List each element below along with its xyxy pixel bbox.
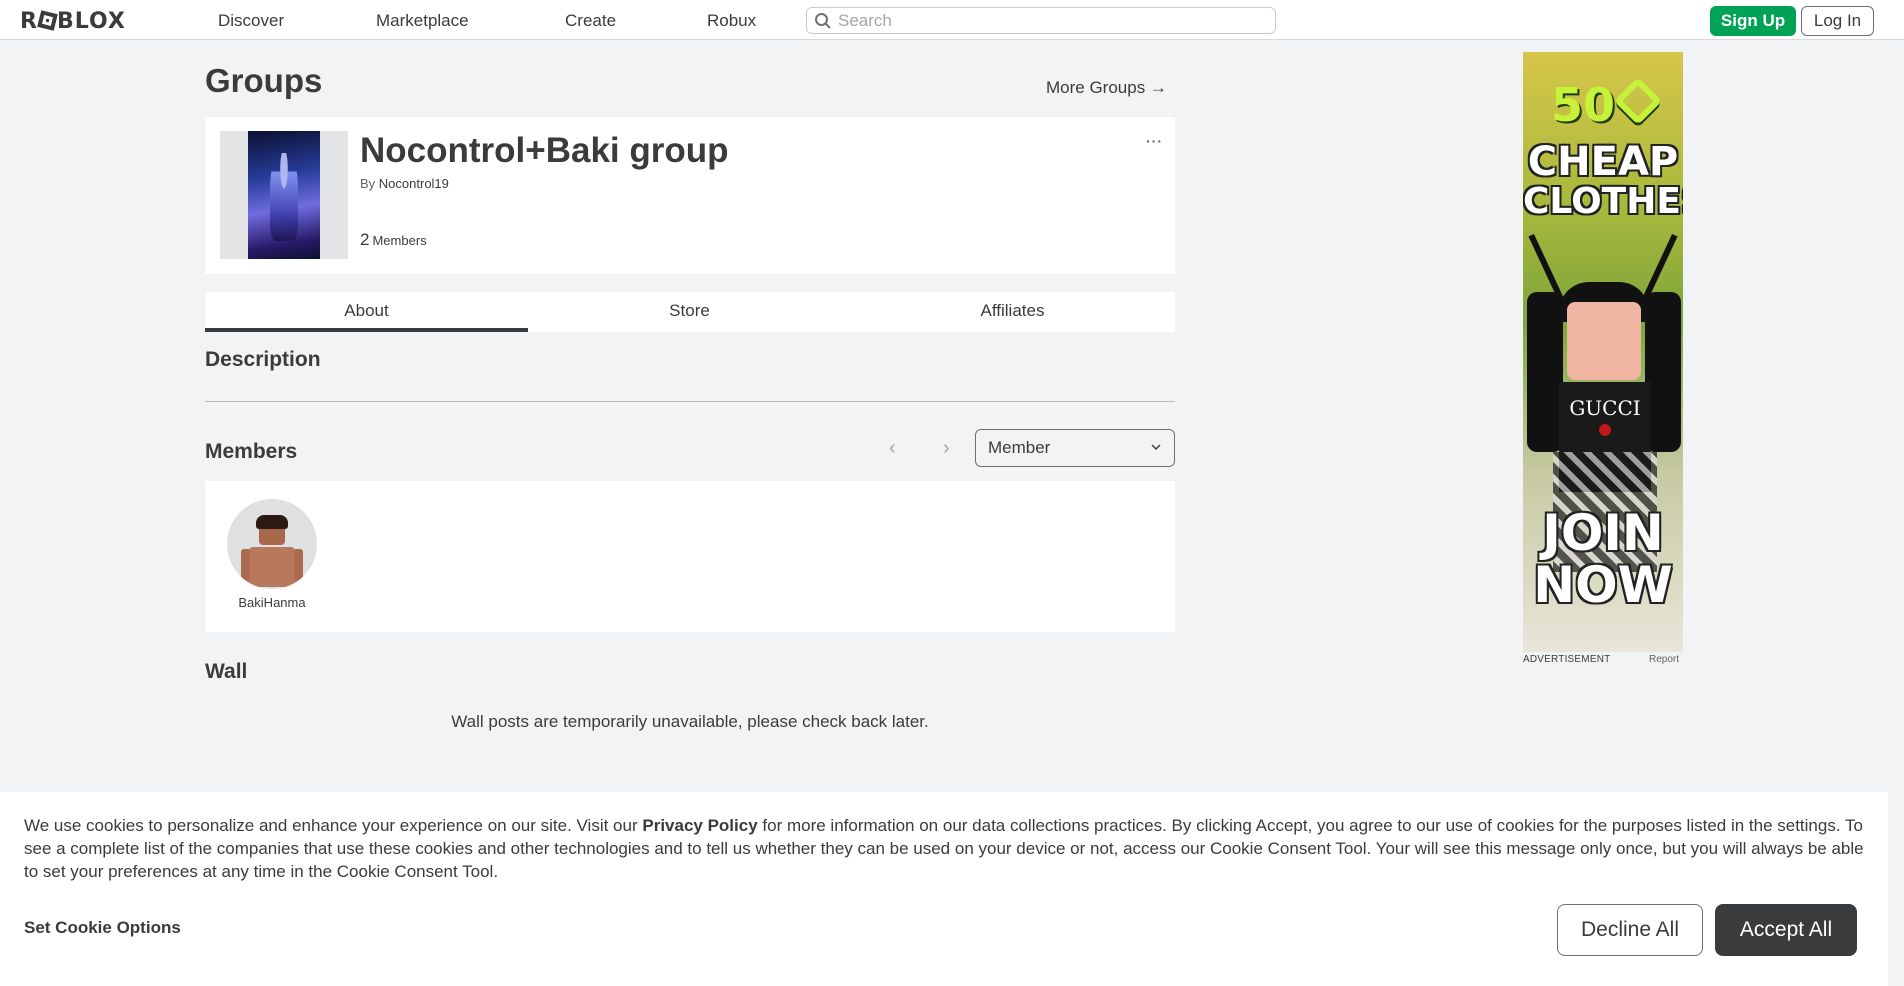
next-page-icon[interactable]: › [943,437,950,460]
cookie-message: We use cookies to personalize and enhanc… [24,816,1864,881]
accept-all-button[interactable]: Accept All [1715,904,1857,956]
decline-all-button[interactable]: Decline All [1557,904,1703,956]
top-navigation: R BLOX Discover Marketplace Create Robux … [0,0,1904,40]
group-tabs: About Store Affiliates [205,292,1175,332]
robux-icon [1613,76,1663,126]
scrollbar[interactable] [1888,40,1904,986]
ad-robux-amount: 50 [1523,76,1683,132]
wall-heading: Wall [205,660,248,683]
set-cookie-options-link[interactable]: Set Cookie Options [24,918,181,938]
previous-page-icon[interactable]: ‹ [889,437,896,460]
ad-cta-1: JOIN [1542,504,1664,562]
group-emblem-image [248,131,320,259]
ad-cta-2: NOW [1533,556,1673,614]
ad-character [1567,302,1641,380]
group-member-count: 2 Members [360,230,427,250]
nav-create[interactable]: Create [565,11,616,31]
tab-affiliates[interactable]: Affiliates [851,292,1174,332]
ad-headline-1: CHEAP [1527,139,1679,185]
logo-o-icon [37,10,58,31]
roblox-logo[interactable]: R BLOX [20,9,126,34]
log-in-button[interactable]: Log In [1801,6,1874,36]
group-owner-link[interactable]: Nocontrol19 [379,176,449,191]
member-count-label: Members [372,233,427,248]
role-filter-value: Member [988,438,1051,457]
tab-about[interactable]: About [205,292,528,332]
ad-shirt-logo: GUCCI [1569,396,1641,420]
group-emblem-frame [220,131,348,259]
advertisement-label: ADVERTISEMENT [1523,654,1611,665]
advertisement-banner[interactable]: 50 CHEAP CLOTHES GUCCI JOIN NOW [1523,52,1683,652]
sign-up-button[interactable]: Sign Up [1710,6,1796,36]
chevron-down-icon [1151,444,1161,451]
tab-store[interactable]: Store [528,292,851,332]
more-options-icon[interactable]: ··· [1146,133,1163,149]
ad-headline-2: CLOTHES [1523,181,1683,222]
nav-marketplace[interactable]: Marketplace [376,11,469,31]
more-groups-link[interactable]: More Groups → [1046,78,1167,98]
group-name: Nocontrol+Baki group [360,131,729,170]
report-ad-link[interactable]: Report [1649,654,1679,665]
group-header-card: Nocontrol+Baki group By Nocontrol19 2 Mem… [205,117,1175,274]
description-heading: Description [205,348,321,371]
page-title: Groups [205,62,323,99]
members-heading: Members [205,440,298,463]
wall-unavailable-message: Wall posts are temporarily unavailable, … [451,712,929,731]
description-divider [205,401,1175,402]
privacy-policy-link[interactable]: Privacy Policy [642,816,757,835]
members-panel: BakiHanma [205,481,1175,632]
member-count-value: 2 [360,230,370,249]
nav-robux[interactable]: Robux [707,11,756,31]
search-input[interactable] [838,10,1258,31]
role-filter-dropdown[interactable]: Member [975,429,1175,467]
nav-discover[interactable]: Discover [218,11,284,31]
avatar[interactable] [227,499,317,589]
search-icon [815,13,831,29]
by-label: By [360,176,376,191]
member-name[interactable]: BakiHanma [217,595,327,610]
cookie-banner: We use cookies to personalize and enhanc… [0,792,1888,986]
group-owner-line: By Nocontrol19 [360,176,449,191]
search-box[interactable] [806,7,1276,34]
